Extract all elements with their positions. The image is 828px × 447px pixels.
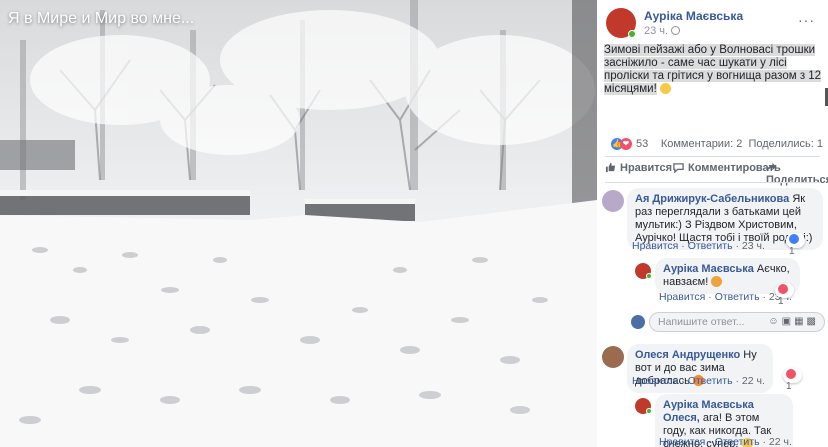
- comment-meta: Нравится · Ответить · 22 ч.: [632, 375, 765, 387]
- love-reaction-icon: [778, 284, 788, 294]
- reactions-summary[interactable]: 👍 ❤ 53 Комментарии: 2 Поделились: 1: [605, 137, 823, 151]
- post-photo[interactable]: Я в Мире и Мир во мне...: [0, 0, 597, 447]
- post-text-body: Зимові пейзажі або у Волновасі трошки за…: [604, 44, 822, 95]
- comment-meta: Нравится · Ответить · 23 ч.: [632, 240, 765, 252]
- shares-count[interactable]: Поделились: 1: [748, 138, 823, 150]
- divider: [605, 156, 820, 157]
- comment-mention[interactable]: Олеся,: [663, 412, 700, 424]
- comment-time[interactable]: 22 ч.: [742, 375, 765, 387]
- reply-input-tools: ☺▣▦▩: [768, 316, 819, 327]
- kiss-emoji-icon: [711, 276, 723, 287]
- post-stats: Комментарии: 2 Поделились: 1: [661, 138, 823, 150]
- share-label: Поделиться: [766, 174, 828, 186]
- sticker-icon[interactable]: ▩: [807, 316, 819, 327]
- more-options-button[interactable]: ···: [798, 12, 815, 28]
- comment-time[interactable]: 22 ч.: [769, 436, 792, 447]
- comment-meta: Нравится · Ответить · 22 ч.: [659, 436, 792, 447]
- comment-like-link[interactable]: Нравится: [632, 240, 678, 252]
- comment-reaction-count: 1: [778, 296, 784, 307]
- comment-reaction-badge[interactable]: 1: [783, 368, 802, 392]
- gif-icon[interactable]: ▦: [794, 316, 806, 327]
- comment-reply-link[interactable]: Ответить: [715, 291, 760, 303]
- thumbs-up-icon: [605, 162, 616, 173]
- photo-caption: Я в Мире и Мир во мне...: [8, 10, 195, 27]
- comment-reply-link[interactable]: Ответить: [688, 240, 733, 252]
- speech-bubble-icon: [673, 163, 684, 173]
- comment-author[interactable]: Олеся Андрущенко: [635, 349, 740, 361]
- reply-input[interactable]: Напишите ответ... ☺▣▦▩: [649, 312, 825, 332]
- comment-reaction-badge[interactable]: 1: [775, 283, 794, 307]
- post-time[interactable]: 23 ч.: [644, 25, 681, 37]
- comment-like-link[interactable]: Нравится: [659, 291, 705, 303]
- comment-meta: Нравится · Ответить · 23 ч.: [659, 291, 792, 303]
- like-label: Нравится: [620, 162, 673, 174]
- current-user-avatar: [631, 315, 645, 329]
- post-header: Ауріка Маєвська 23 ч. ···: [606, 8, 821, 42]
- online-indicator: [646, 408, 652, 414]
- like-button[interactable]: Нравится: [605, 162, 672, 174]
- post-time-text[interactable]: 23 ч.: [644, 25, 668, 37]
- comment-like-link[interactable]: Нравится: [659, 436, 705, 447]
- comment-reply-link[interactable]: Ответить: [688, 375, 733, 387]
- love-reaction-icon: ❤: [620, 138, 632, 150]
- post-text: Зимові пейзажі або у Волновасі трошки за…: [604, 44, 824, 96]
- comment-button[interactable]: Комментировать: [673, 162, 781, 174]
- reactions-count[interactable]: 53: [636, 138, 648, 150]
- comment-reaction-count: 1: [786, 381, 792, 392]
- comment-author[interactable]: Ауріка Маєвська: [663, 399, 754, 411]
- comment-author[interactable]: Ая Дрижирук-Сабельникова: [635, 193, 789, 205]
- commenter-avatar[interactable]: [602, 190, 624, 212]
- smile-emoji-icon: [659, 83, 671, 94]
- reply-input-placeholder: Напишите ответ...: [658, 316, 745, 328]
- comment-time[interactable]: 23 ч.: [742, 240, 765, 252]
- online-indicator: [646, 273, 652, 279]
- comment-reply-link[interactable]: Ответить: [715, 436, 760, 447]
- comment-reaction-count: 1: [789, 246, 795, 257]
- post-side-panel: Ауріка Маєвська 23 ч. ··· Зимові пейзажі…: [597, 0, 828, 447]
- comment-author[interactable]: Ауріка Маєвська: [663, 263, 754, 275]
- post-actions: Нравится Комментировать Поделиться: [605, 162, 828, 186]
- share-arrow-icon: [766, 162, 777, 173]
- commenter-avatar[interactable]: [602, 346, 624, 368]
- divider: [605, 182, 820, 183]
- online-indicator: [628, 30, 636, 38]
- comments-count[interactable]: Комментарии: 2: [661, 138, 743, 150]
- comment-like-link[interactable]: Нравится: [632, 375, 678, 387]
- emoji-icon[interactable]: ☺: [768, 316, 781, 327]
- love-reaction-icon: [786, 369, 796, 379]
- snow-landscape-image: [0, 0, 597, 447]
- like-reaction-icon: [789, 234, 799, 244]
- globe-icon: [671, 26, 681, 35]
- camera-icon[interactable]: ▣: [782, 316, 794, 327]
- post-author[interactable]: Ауріка Маєвська: [644, 9, 743, 23]
- comment-reaction-badge[interactable]: 1: [786, 233, 805, 257]
